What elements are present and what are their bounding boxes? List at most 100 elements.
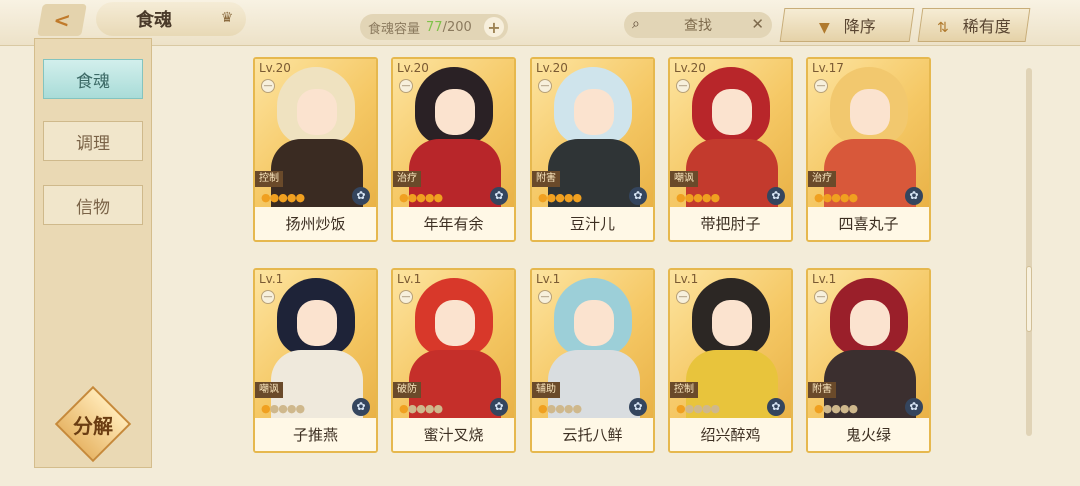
sort-down-icon: ▼ xyxy=(818,20,830,36)
rarity-medal-icon: ✿ xyxy=(352,398,370,416)
clear-icon[interactable]: ✕ xyxy=(751,15,764,33)
card-name: 扬州炒饭 xyxy=(255,207,376,240)
star-rating: ●●●●● xyxy=(399,191,443,204)
role-tag: 控制 xyxy=(255,171,283,187)
card-name: 绍兴醉鸡 xyxy=(670,418,791,451)
food-soul-card[interactable]: Lv.17 — 治疗 ●●●●● ✿ 四喜丸子 xyxy=(806,57,931,242)
card-level: Lv.1 xyxy=(259,272,284,286)
lock-icon[interactable]: — xyxy=(261,290,275,304)
card-level: Lv.1 xyxy=(536,272,561,286)
card-level: Lv.1 xyxy=(397,272,422,286)
portrait-face xyxy=(297,89,337,135)
star-rating: ●●●●● xyxy=(261,191,305,204)
back-button[interactable]: < xyxy=(37,4,87,36)
star-rating: ●●●●● xyxy=(261,402,305,415)
portrait-face xyxy=(850,300,890,346)
portrait-face xyxy=(850,89,890,135)
rarity-label: 稀有度 xyxy=(962,17,1011,36)
role-tag: 治疗 xyxy=(808,171,836,187)
food-soul-card[interactable]: Lv.20 — 附害 ●●●●● ✿ 豆汁儿 xyxy=(530,57,655,242)
character-portrait: Lv.1 — 破防 ●●●●● ✿ xyxy=(393,270,514,418)
star-rating: ●●●●● xyxy=(814,191,858,204)
sidebar: 食魂 调理 信物 分解 xyxy=(34,38,152,468)
scrollbar[interactable] xyxy=(1026,68,1032,436)
card-level: Lv.1 xyxy=(812,272,837,286)
crown-icon[interactable]: ♛ xyxy=(216,10,238,26)
add-capacity-button[interactable]: + xyxy=(484,17,504,37)
lock-icon[interactable]: — xyxy=(676,79,690,93)
rarity-medal-icon: ✿ xyxy=(905,398,923,416)
card-name: 四喜丸子 xyxy=(808,207,929,240)
role-tag: 治疗 xyxy=(393,171,421,187)
card-level: Lv.20 xyxy=(397,61,429,75)
star-rating: ●●●●● xyxy=(399,402,443,415)
lock-icon[interactable]: — xyxy=(814,290,828,304)
food-soul-card[interactable]: Lv.20 — 控制 ●●●●● ✿ 扬州炒饭 xyxy=(253,57,378,242)
food-soul-card[interactable]: Lv.1 — 附害 ●●●●● ✿ 鬼火绿 xyxy=(806,268,931,453)
decompose-label: 分解 xyxy=(73,413,113,438)
character-portrait: Lv.1 — 辅助 ●●●●● ✿ xyxy=(532,270,653,418)
card-level: Lv.20 xyxy=(259,61,291,75)
capacity-label: 食魂容量 xyxy=(368,21,421,37)
capacity-current: 77 xyxy=(426,19,443,35)
portrait-face xyxy=(297,300,337,346)
star-rating: ●●●●● xyxy=(538,402,582,415)
card-name: 带把肘子 xyxy=(670,207,791,240)
top-bar: < 食魂 ♛ 食魂容量 77 /200 + ⌕ 查找 ✕ ▼ 降序 ⇅ 稀有度 xyxy=(0,0,1080,46)
portrait-face xyxy=(574,300,614,346)
character-portrait: Lv.20 — 控制 ●●●●● ✿ xyxy=(255,59,376,207)
swap-icon: ⇅ xyxy=(937,20,949,36)
role-tag: 嘲讽 xyxy=(255,382,283,398)
card-level: Lv.20 xyxy=(536,61,568,75)
food-soul-card[interactable]: Lv.1 — 控制 ●●●●● ✿ 绍兴醉鸡 xyxy=(668,268,793,453)
sort-label: 降序 xyxy=(843,17,876,36)
card-level: Lv.20 xyxy=(674,61,706,75)
food-soul-card[interactable]: Lv.1 — 嘲讽 ●●●●● ✿ 子推燕 xyxy=(253,268,378,453)
lock-icon[interactable]: — xyxy=(538,79,552,93)
tab-food-soul[interactable]: 食魂 xyxy=(43,59,143,99)
rarity-medal-icon: ✿ xyxy=(352,187,370,205)
search-input[interactable]: ⌕ 查找 ✕ xyxy=(624,12,772,38)
character-portrait: Lv.20 — 治疗 ●●●●● ✿ xyxy=(393,59,514,207)
tab-conditioning[interactable]: 调理 xyxy=(43,121,143,161)
tab-token[interactable]: 信物 xyxy=(43,185,143,225)
scrollbar-thumb[interactable] xyxy=(1026,266,1032,332)
star-rating: ●●●●● xyxy=(538,191,582,204)
lock-icon[interactable]: — xyxy=(538,290,552,304)
rarity-filter-button[interactable]: ⇅ 稀有度 xyxy=(917,8,1031,42)
food-soul-card[interactable]: Lv.20 — 嘲讽 ●●●●● ✿ 带把肘子 xyxy=(668,57,793,242)
food-soul-card[interactable]: Lv.1 — 破防 ●●●●● ✿ 蜜汁叉烧 xyxy=(391,268,516,453)
decompose-button[interactable]: 分解 xyxy=(49,385,137,463)
sort-order-button[interactable]: ▼ 降序 xyxy=(779,8,915,42)
lock-icon[interactable]: — xyxy=(261,79,275,93)
role-tag: 辅助 xyxy=(532,382,560,398)
portrait-face xyxy=(435,89,475,135)
card-name: 鬼火绿 xyxy=(808,418,929,451)
lock-icon[interactable]: — xyxy=(399,290,413,304)
rarity-medal-icon: ✿ xyxy=(629,187,647,205)
card-name: 豆汁儿 xyxy=(532,207,653,240)
character-portrait: Lv.1 — 控制 ●●●●● ✿ xyxy=(670,270,791,418)
rarity-medal-icon: ✿ xyxy=(629,398,647,416)
lock-icon[interactable]: — xyxy=(814,79,828,93)
role-tag: 破防 xyxy=(393,382,421,398)
card-level: Lv.1 xyxy=(674,272,699,286)
portrait-face xyxy=(435,300,475,346)
star-rating: ●●●●● xyxy=(676,191,720,204)
role-tag: 附害 xyxy=(532,171,560,187)
food-soul-card[interactable]: Lv.20 — 治疗 ●●●●● ✿ 年年有余 xyxy=(391,57,516,242)
star-rating: ●●●●● xyxy=(814,402,858,415)
back-chevron-icon: < xyxy=(51,8,73,32)
lock-icon[interactable]: — xyxy=(676,290,690,304)
food-soul-card[interactable]: Lv.1 — 辅助 ●●●●● ✿ 云托八鲜 xyxy=(530,268,655,453)
rarity-medal-icon: ✿ xyxy=(767,398,785,416)
portrait-face xyxy=(574,89,614,135)
star-rating: ●●●●● xyxy=(676,402,720,415)
rarity-medal-icon: ✿ xyxy=(905,187,923,205)
lock-icon[interactable]: — xyxy=(399,79,413,93)
card-name: 年年有余 xyxy=(393,207,514,240)
role-tag: 嘲讽 xyxy=(670,171,698,187)
portrait-face xyxy=(712,89,752,135)
card-name: 蜜汁叉烧 xyxy=(393,418,514,451)
search-icon: ⌕ xyxy=(632,16,640,32)
